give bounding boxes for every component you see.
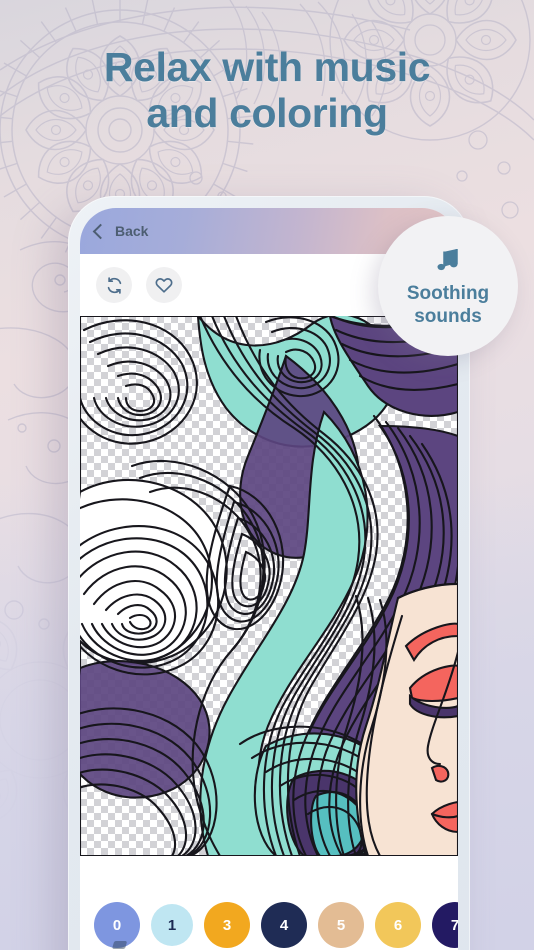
color-swatch-1[interactable]: 1 — [151, 904, 193, 946]
color-swatch-3[interactable]: 3 — [204, 902, 250, 948]
color-swatch-5[interactable]: 5 — [318, 902, 364, 948]
soothing-sounds-badge: Soothing sounds — [378, 216, 518, 356]
refresh-icon — [107, 276, 121, 294]
badge-line-2: sounds — [414, 306, 482, 327]
badge-line-1: Soothing — [406, 282, 490, 304]
color-swatch-label: 1 — [167, 916, 177, 934]
favorite-button[interactable] — [146, 267, 182, 303]
color-swatch-label: 6 — [393, 916, 403, 934]
reset-button[interactable] — [96, 267, 132, 303]
coloring-artwork-canvas[interactable] — [80, 316, 458, 856]
heart-icon — [155, 278, 173, 293]
color-swatch-6[interactable]: 6 — [375, 902, 421, 948]
promo-screenshot: Relax with music and coloring Back 0 1 3… — [0, 0, 534, 950]
headline-line-1: Relax with music — [103, 44, 431, 90]
back-button-label: Back — [115, 223, 149, 239]
color-swatch-7[interactable]: 7 — [432, 902, 458, 948]
promo-headline: Relax with music and coloring — [0, 44, 534, 137]
color-swatch-label: 5 — [336, 916, 346, 934]
music-note-icon — [437, 248, 458, 270]
color-swatch-label: 4 — [279, 916, 289, 934]
chevron-left-icon — [92, 223, 109, 240]
color-swatch-4[interactable]: 4 — [261, 902, 307, 948]
color-swatch-label: 0 — [112, 916, 122, 934]
color-swatch-label: 7 — [450, 916, 458, 934]
color-palette[interactable]: 0 1 3 4 5 6 7 — [80, 890, 458, 950]
back-button[interactable]: Back — [92, 223, 149, 240]
color-swatch-label: 3 — [222, 916, 232, 934]
headline-line-2: and coloring — [146, 90, 388, 137]
selected-swatch-indicator — [111, 941, 128, 949]
color-swatch-0[interactable]: 0 — [94, 902, 140, 949]
